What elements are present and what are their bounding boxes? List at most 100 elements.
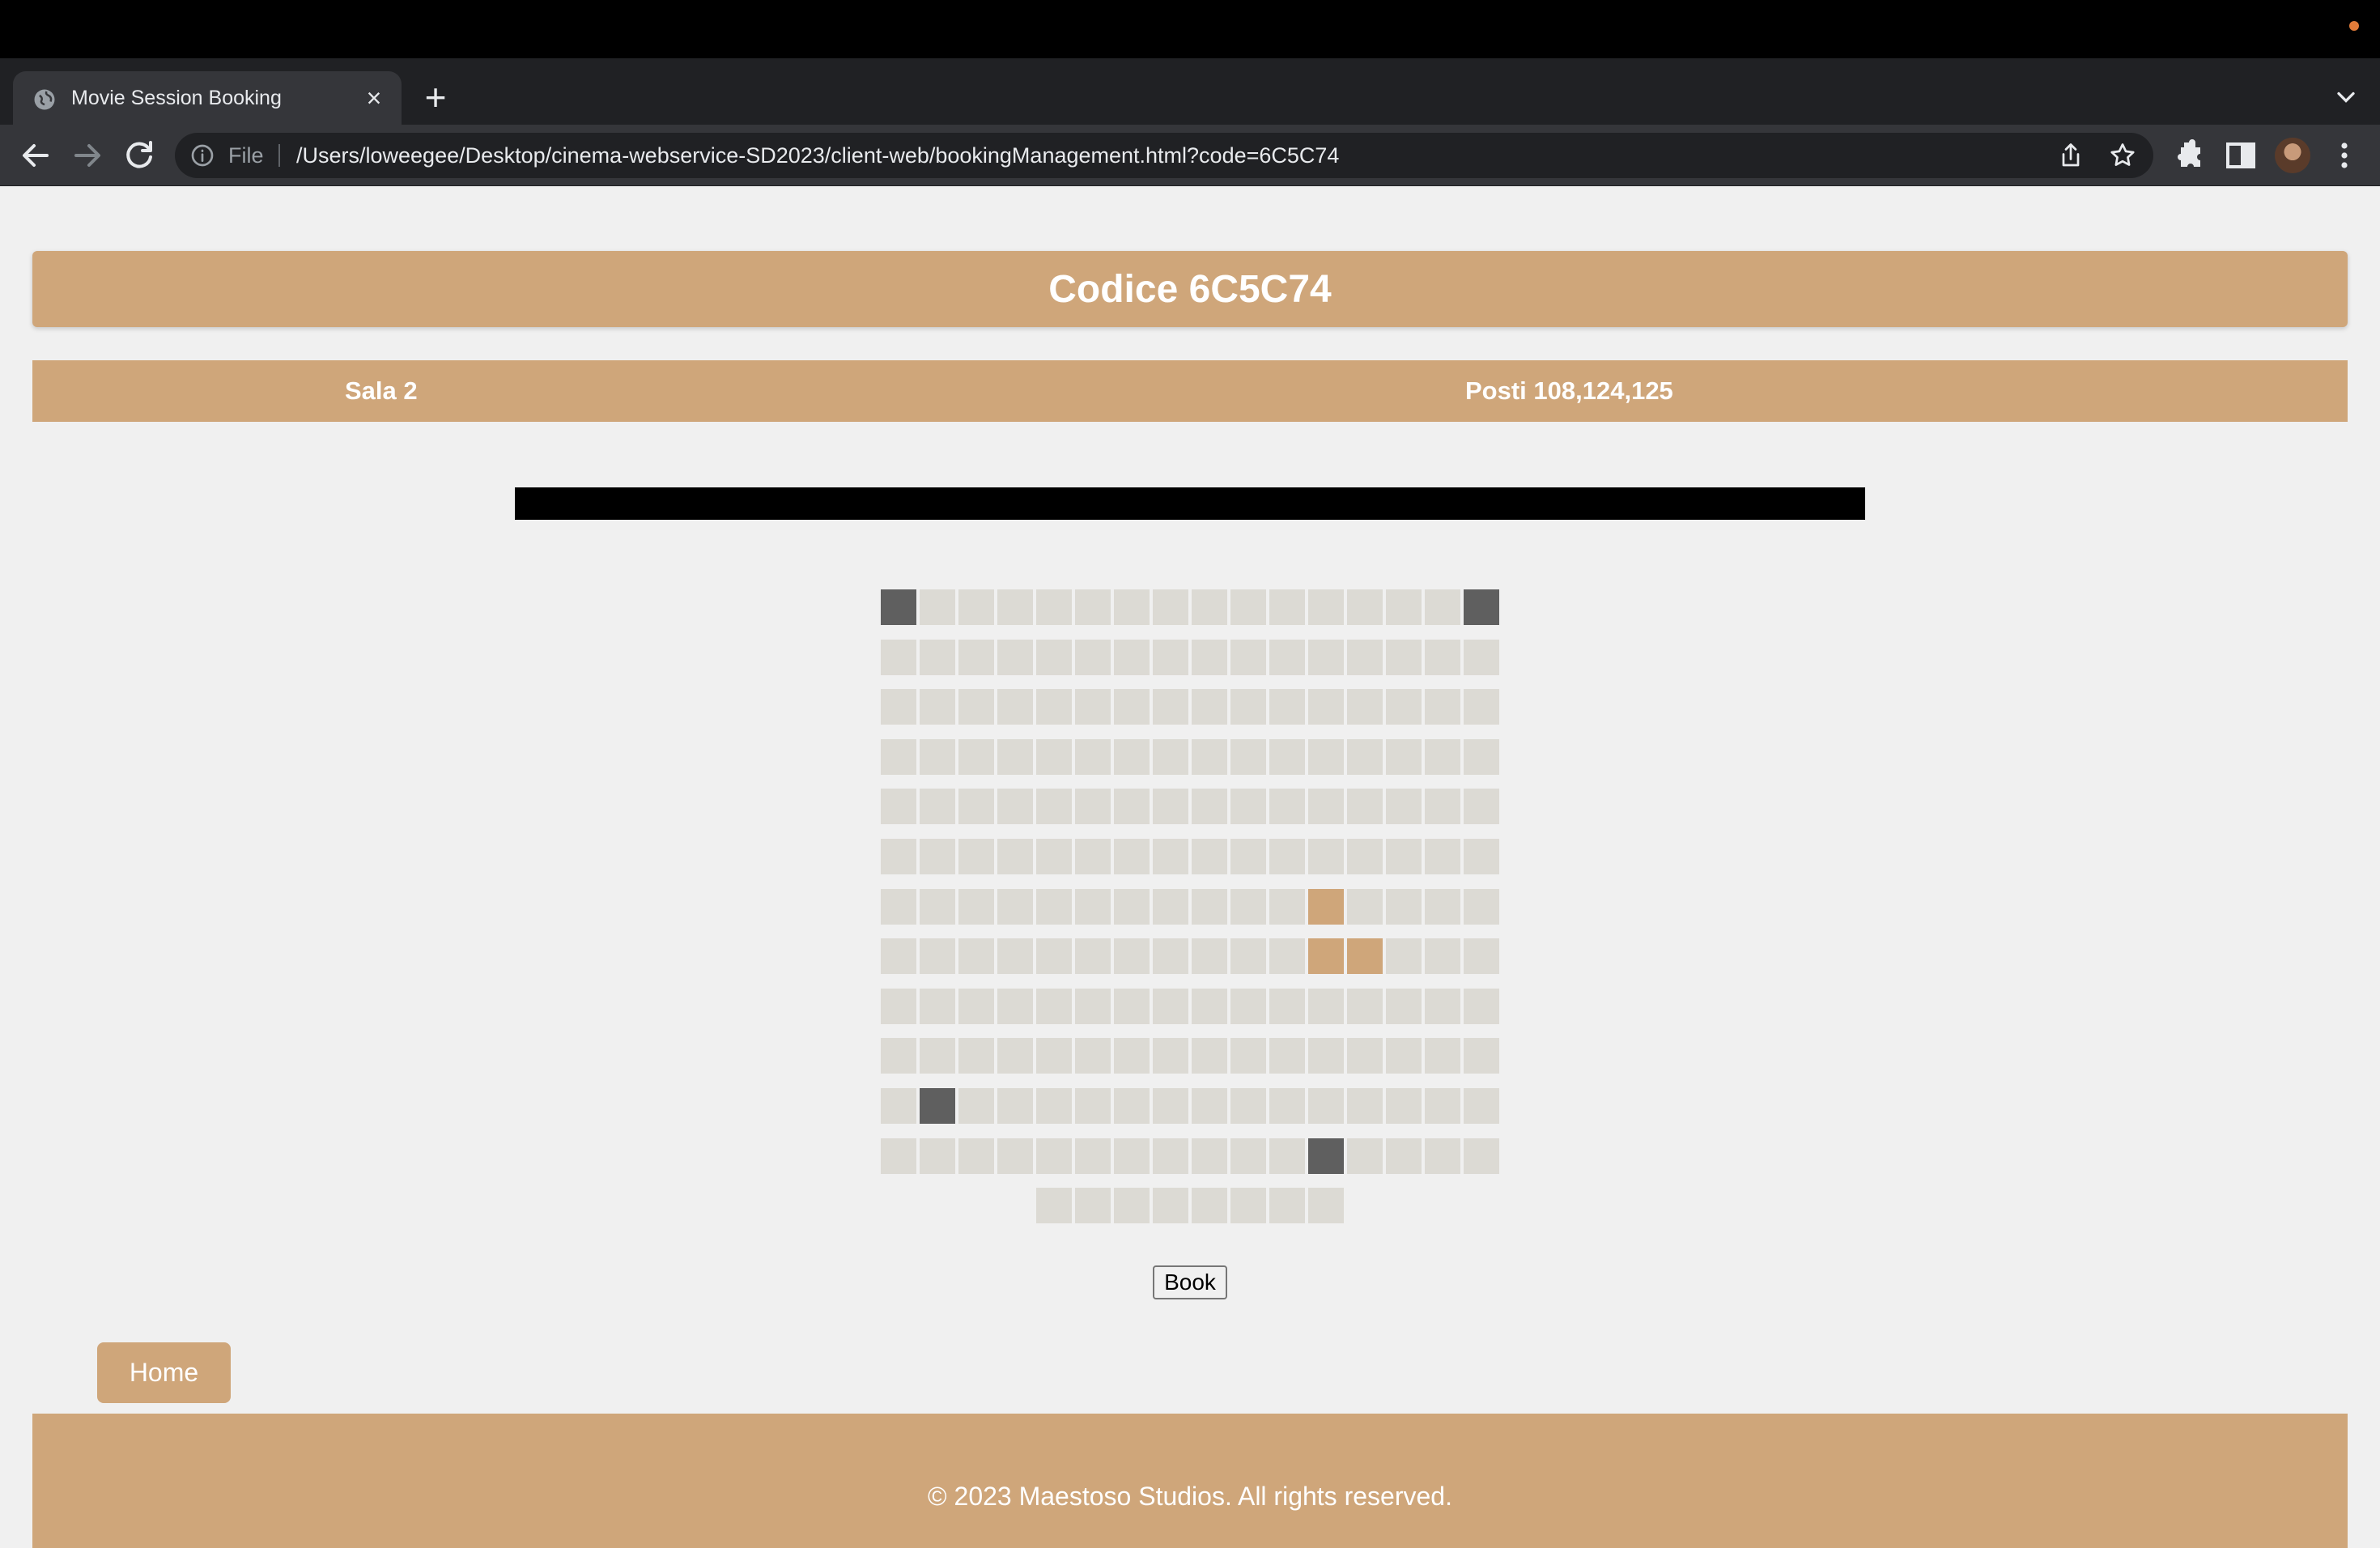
home-button[interactable]: Home: [97, 1342, 231, 1403]
seat-120[interactable]: [1153, 938, 1188, 974]
seat-83[interactable]: [958, 839, 994, 874]
browser-tab[interactable]: Movie Session Booking ×: [13, 71, 402, 125]
seat-200[interactable]: [1308, 1188, 1344, 1223]
seat-71[interactable]: [1114, 789, 1150, 824]
seat-192[interactable]: [1464, 1138, 1499, 1174]
seat-138[interactable]: [1230, 989, 1266, 1024]
seat-170[interactable]: [1230, 1088, 1266, 1124]
seat-48[interactable]: [1464, 689, 1499, 725]
seat-130[interactable]: [920, 989, 955, 1024]
seat-73[interactable]: [1192, 789, 1227, 824]
seat-141[interactable]: [1347, 989, 1383, 1024]
seat-86[interactable]: [1075, 839, 1111, 874]
seat-149[interactable]: [1036, 1038, 1072, 1074]
seat-163[interactable]: [958, 1088, 994, 1124]
seat-184[interactable]: [1153, 1138, 1188, 1174]
seat-173[interactable]: [1347, 1088, 1383, 1124]
seat-7[interactable]: [1114, 589, 1150, 625]
seat-60[interactable]: [1308, 739, 1344, 775]
seat-38[interactable]: [1075, 689, 1111, 725]
seat-169[interactable]: [1192, 1088, 1227, 1124]
seat-142[interactable]: [1386, 989, 1422, 1024]
seat-17[interactable]: [881, 640, 916, 675]
seat-196[interactable]: [1153, 1188, 1188, 1223]
seat-34[interactable]: [920, 689, 955, 725]
seat-122[interactable]: [1230, 938, 1266, 974]
seat-158[interactable]: [1386, 1038, 1422, 1074]
seat-159[interactable]: [1425, 1038, 1460, 1074]
seat-40[interactable]: [1153, 689, 1188, 725]
seat-69[interactable]: [1036, 789, 1072, 824]
seat-137[interactable]: [1192, 989, 1227, 1024]
seat-44[interactable]: [1308, 689, 1344, 725]
seat-190[interactable]: [1386, 1138, 1422, 1174]
seat-186[interactable]: [1230, 1138, 1266, 1174]
seat-160[interactable]: [1464, 1038, 1499, 1074]
seat-28[interactable]: [1308, 640, 1344, 675]
seat-109[interactable]: [1347, 889, 1383, 925]
seat-64[interactable]: [1464, 739, 1499, 775]
seat-51[interactable]: [958, 739, 994, 775]
seat-145[interactable]: [881, 1038, 916, 1074]
seat-37[interactable]: [1036, 689, 1072, 725]
seat-77[interactable]: [1347, 789, 1383, 824]
seat-113[interactable]: [881, 938, 916, 974]
seat-11[interactable]: [1269, 589, 1305, 625]
seat-181[interactable]: [1036, 1138, 1072, 1174]
info-icon[interactable]: [189, 142, 215, 168]
seat-47[interactable]: [1425, 689, 1460, 725]
seat-134[interactable]: [1075, 989, 1111, 1024]
seat-102[interactable]: [1075, 889, 1111, 925]
tab-close-icon[interactable]: ×: [361, 85, 387, 111]
seat-119[interactable]: [1114, 938, 1150, 974]
url-text[interactable]: /Users/loweegee/Desktop/cinema-webservic…: [296, 133, 1339, 178]
seat-49[interactable]: [881, 739, 916, 775]
seat-91[interactable]: [1269, 839, 1305, 874]
browser-menu-button[interactable]: [2325, 136, 2364, 175]
seat-94[interactable]: [1386, 839, 1422, 874]
seat-46[interactable]: [1386, 689, 1422, 725]
seat-101[interactable]: [1036, 889, 1072, 925]
seat-194[interactable]: [1075, 1188, 1111, 1223]
seat-99[interactable]: [958, 889, 994, 925]
seat-42[interactable]: [1230, 689, 1266, 725]
seat-85[interactable]: [1036, 839, 1072, 874]
seat-81[interactable]: [881, 839, 916, 874]
seat-56[interactable]: [1153, 739, 1188, 775]
seat-96[interactable]: [1464, 839, 1499, 874]
seat-178[interactable]: [920, 1138, 955, 1174]
seat-150[interactable]: [1075, 1038, 1111, 1074]
seat-98[interactable]: [920, 889, 955, 925]
seat-92[interactable]: [1308, 839, 1344, 874]
seat-139[interactable]: [1269, 989, 1305, 1024]
seat-127[interactable]: [1425, 938, 1460, 974]
seat-19[interactable]: [958, 640, 994, 675]
seat-66[interactable]: [920, 789, 955, 824]
seat-108[interactable]: [1308, 889, 1344, 925]
seat-12[interactable]: [1308, 589, 1344, 625]
reload-button[interactable]: [120, 136, 159, 175]
seat-72[interactable]: [1153, 789, 1188, 824]
seat-8[interactable]: [1153, 589, 1188, 625]
seat-70[interactable]: [1075, 789, 1111, 824]
seat-147[interactable]: [958, 1038, 994, 1074]
seat-124[interactable]: [1308, 938, 1344, 974]
seat-45[interactable]: [1347, 689, 1383, 725]
seat-153[interactable]: [1192, 1038, 1227, 1074]
seat-114[interactable]: [920, 938, 955, 974]
seat-180[interactable]: [997, 1138, 1033, 1174]
seat-132[interactable]: [997, 989, 1033, 1024]
seat-193[interactable]: [1036, 1188, 1072, 1223]
seat-9[interactable]: [1192, 589, 1227, 625]
seat-97[interactable]: [881, 889, 916, 925]
seat-76[interactable]: [1308, 789, 1344, 824]
seat-152[interactable]: [1153, 1038, 1188, 1074]
seat-52[interactable]: [997, 739, 1033, 775]
seat-111[interactable]: [1425, 889, 1460, 925]
seat-3[interactable]: [958, 589, 994, 625]
seat-29[interactable]: [1347, 640, 1383, 675]
seat-57[interactable]: [1192, 739, 1227, 775]
chevron-down-icon[interactable]: [2331, 83, 2361, 112]
seat-75[interactable]: [1269, 789, 1305, 824]
seat-112[interactable]: [1464, 889, 1499, 925]
